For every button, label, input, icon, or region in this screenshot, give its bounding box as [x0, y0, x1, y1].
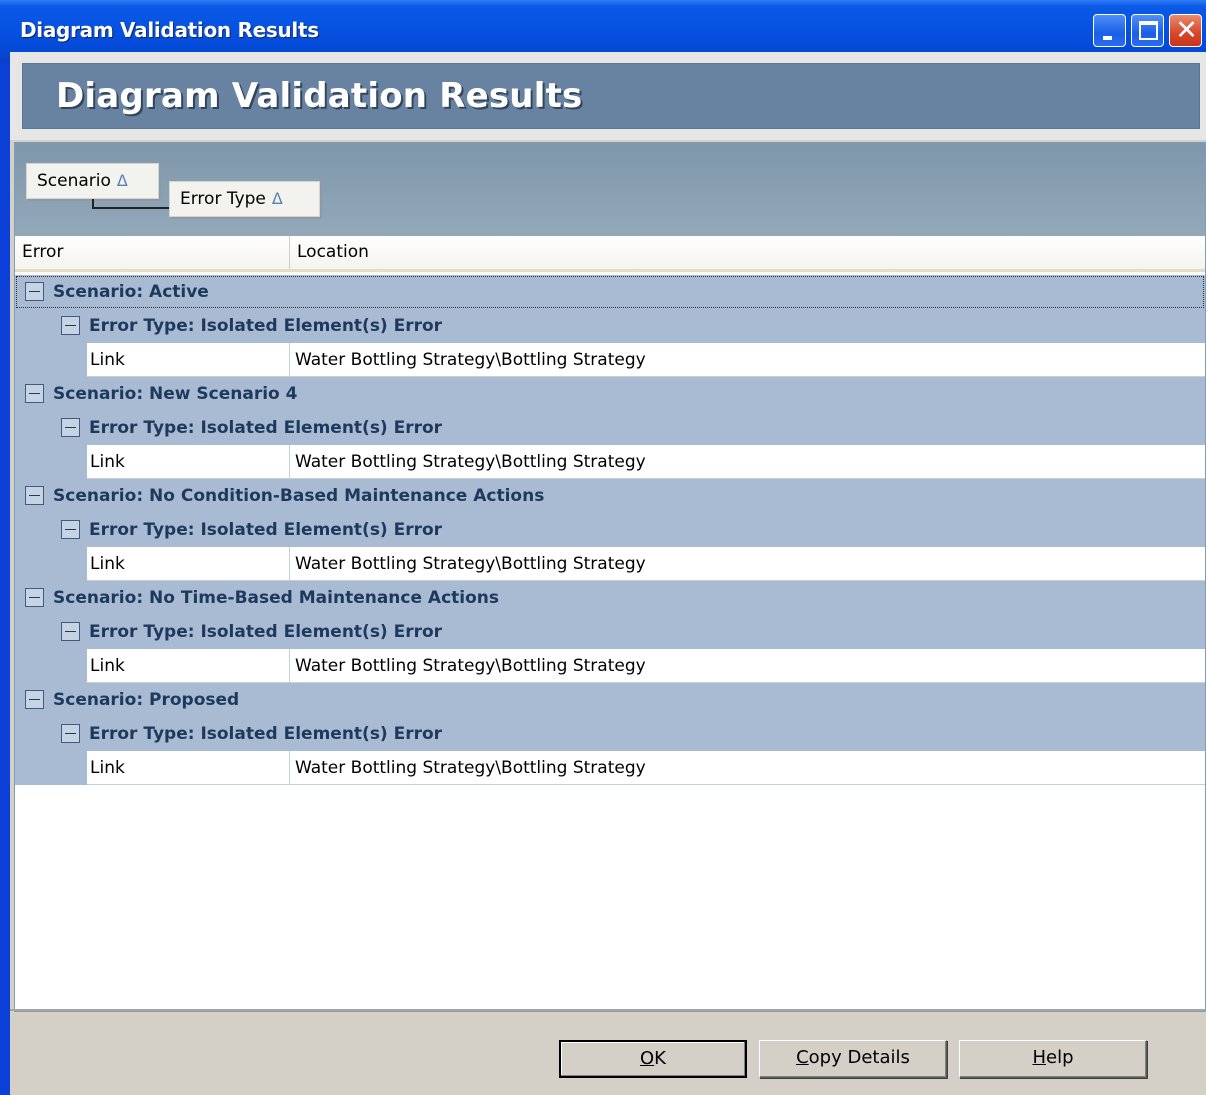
scenario-group-label: Scenario: Active [53, 282, 209, 302]
error-type-group-label: Error Type: Isolated Element(s) Error [89, 316, 443, 336]
collapse-minus-icon[interactable] [25, 690, 44, 709]
error-cell: Link [87, 751, 289, 785]
sort-ascending-icon: Δ [116, 171, 128, 190]
collapse-minus-icon[interactable] [25, 384, 44, 403]
copy-label-rest: opy Details [808, 1047, 910, 1068]
close-button[interactable]: ✕ [1169, 14, 1202, 47]
scenario-group-label: Scenario: No Condition-Based Maintenance… [53, 486, 545, 506]
window-title: Diagram Validation Results [20, 18, 319, 42]
error-cell: Link [87, 649, 289, 683]
collapse-minus-icon[interactable] [61, 622, 80, 641]
table-row[interactable]: Link Water Bottling Strategy\Bottling St… [15, 445, 1205, 479]
table-row[interactable]: Link Water Bottling Strategy\Bottling St… [15, 751, 1205, 785]
sort-ascending-icon: Δ [271, 189, 283, 208]
copy-details-button[interactable]: Copy Details [759, 1040, 947, 1078]
banner-title: Diagram Validation Results [56, 76, 583, 116]
location-cell: Water Bottling Strategy\Bottling Strateg… [289, 751, 1205, 785]
ok-mnemonic: O [640, 1048, 655, 1069]
scenario-group-row[interactable]: Scenario: New Scenario 4 [15, 377, 1205, 411]
scenario-group-row[interactable]: Scenario: No Time-Based Maintenance Acti… [15, 581, 1205, 615]
help-label-rest: elp [1046, 1047, 1074, 1068]
error-type-group-label: Error Type: Isolated Element(s) Error [89, 622, 443, 642]
collapse-minus-icon[interactable] [61, 418, 80, 437]
group-chip-label: Scenario [37, 171, 111, 191]
group-chip-label: Error Type [180, 189, 266, 209]
scenario-group-row[interactable]: Scenario: No Condition-Based Maintenance… [15, 479, 1205, 513]
error-type-group-row[interactable]: Error Type: Isolated Element(s) Error [15, 717, 1205, 751]
collapse-minus-icon[interactable] [25, 486, 44, 505]
group-chip-error-type[interactable]: Error Type Δ [169, 181, 320, 217]
error-type-group-label: Error Type: Isolated Element(s) Error [89, 418, 443, 438]
error-type-group-row[interactable]: Error Type: Isolated Element(s) Error [15, 513, 1205, 547]
column-header-error[interactable]: Error [15, 236, 289, 269]
dialog-window: Diagram Validation Results ✕ Diagram Val… [0, 0, 1206, 1095]
help-button[interactable]: Help [959, 1040, 1147, 1078]
group-by-area: Scenario Δ Error Type Δ [15, 143, 1205, 236]
error-cell: Link [87, 343, 289, 377]
table-row[interactable]: Link Water Bottling Strategy\Bottling St… [15, 343, 1205, 377]
collapse-minus-icon[interactable] [61, 724, 80, 743]
group-chip-scenario[interactable]: Scenario Δ [26, 163, 159, 199]
collapse-minus-icon[interactable] [25, 588, 44, 607]
footer-divider [10, 1009, 1206, 1011]
collapse-minus-icon[interactable] [25, 282, 44, 301]
location-cell: Water Bottling Strategy\Bottling Strateg… [289, 547, 1205, 581]
scenario-group-label: Scenario: No Time-Based Maintenance Acti… [53, 588, 500, 608]
error-type-group-row[interactable]: Error Type: Isolated Element(s) Error [15, 309, 1205, 343]
table-row[interactable]: Link Water Bottling Strategy\Bottling St… [15, 649, 1205, 683]
results-grid: Scenario Δ Error Type Δ Error Location Sce… [14, 142, 1206, 1012]
column-header-row: Error Location [15, 236, 1205, 272]
error-type-group-label: Error Type: Isolated Element(s) Error [89, 520, 443, 540]
error-type-group-row[interactable]: Error Type: Isolated Element(s) Error [15, 615, 1205, 649]
error-type-group-label: Error Type: Isolated Element(s) Error [89, 724, 443, 744]
scenario-group-label: Scenario: Proposed [53, 690, 240, 710]
help-mnemonic: H [1032, 1047, 1047, 1068]
column-header-location[interactable]: Location [289, 236, 1205, 269]
header-banner: Diagram Validation Results [22, 63, 1200, 129]
collapse-minus-icon[interactable] [61, 316, 80, 335]
maximize-button[interactable] [1131, 14, 1164, 47]
table-row[interactable]: Link Water Bottling Strategy\Bottling St… [15, 547, 1205, 581]
scenario-group-row[interactable]: Scenario: Active [15, 275, 1205, 309]
error-cell: Link [87, 547, 289, 581]
minimize-button[interactable] [1093, 14, 1126, 47]
copy-mnemonic: C [796, 1047, 809, 1068]
dialog-client-area: Diagram Validation Results Scenario Δ Err… [10, 52, 1206, 1095]
minimize-icon [1103, 36, 1112, 40]
location-cell: Water Bottling Strategy\Bottling Strateg… [289, 445, 1205, 479]
error-type-group-row[interactable]: Error Type: Isolated Element(s) Error [15, 411, 1205, 445]
group-connector [92, 199, 170, 209]
collapse-minus-icon[interactable] [61, 520, 80, 539]
location-cell: Water Bottling Strategy\Bottling Strateg… [289, 649, 1205, 683]
ok-button[interactable]: OK [559, 1040, 747, 1078]
maximize-icon [1139, 21, 1158, 40]
error-cell: Link [87, 445, 289, 479]
close-icon: ✕ [1175, 15, 1198, 46]
banner-area: Diagram Validation Results [10, 52, 1206, 140]
grid-rows: Scenario: Active Error Type: Isolated El… [15, 275, 1205, 785]
scenario-group-label: Scenario: New Scenario 4 [53, 384, 298, 404]
location-cell: Water Bottling Strategy\Bottling Strateg… [289, 343, 1205, 377]
scenario-group-row[interactable]: Scenario: Proposed [15, 683, 1205, 717]
ok-label-rest: K [654, 1048, 666, 1069]
